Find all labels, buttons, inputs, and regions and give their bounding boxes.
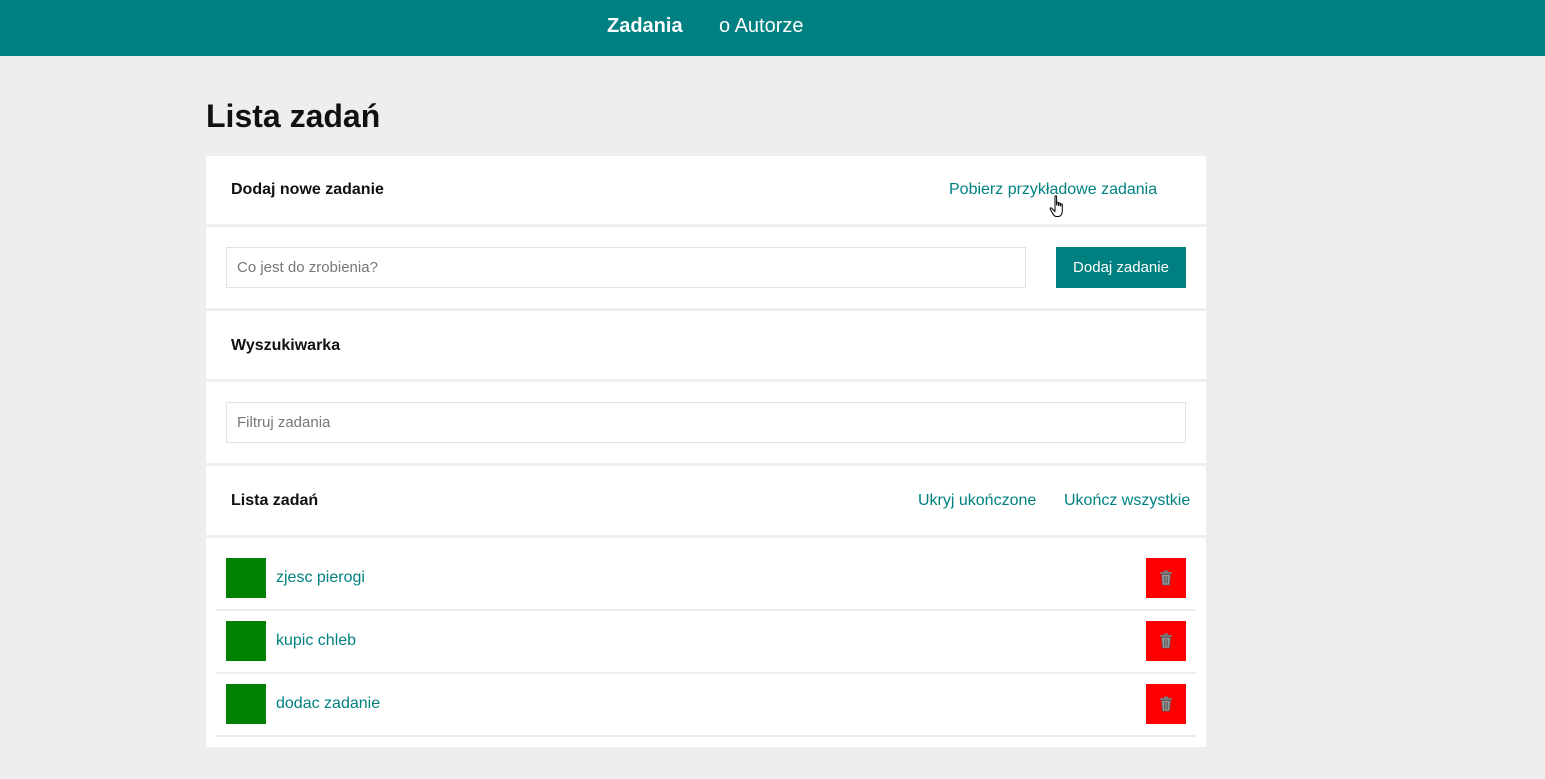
trash-icon bbox=[1160, 633, 1172, 649]
task-label[interactable]: zjesc pierogi bbox=[276, 568, 365, 588]
search-header-card: Wyszukiwarka bbox=[206, 311, 1206, 379]
task-complete-toggle[interactable] bbox=[226, 684, 266, 724]
new-task-input[interactable] bbox=[226, 247, 1026, 288]
task-list-header-card: Lista zadań Ukryj ukończone Ukończ wszys… bbox=[206, 466, 1206, 535]
hide-completed-link[interactable]: Ukryj ukończone bbox=[918, 492, 1036, 510]
nav-link-zadania[interactable]: Zadania bbox=[607, 14, 683, 38]
task-delete-button[interactable] bbox=[1146, 684, 1186, 724]
add-task-form-card: Dodaj zadanie bbox=[206, 227, 1206, 308]
complete-all-link[interactable]: Ukończ wszystkie bbox=[1064, 492, 1190, 510]
add-task-header: Dodaj nowe zadanie bbox=[231, 181, 384, 198]
task-complete-toggle[interactable] bbox=[226, 558, 266, 598]
task-delete-button[interactable] bbox=[1146, 558, 1186, 598]
hand-pointer-icon bbox=[1049, 195, 1063, 217]
trash-icon bbox=[1160, 696, 1172, 712]
task-row: dodac zadanie bbox=[216, 674, 1196, 737]
trash-icon bbox=[1160, 570, 1172, 586]
page-title: Lista zadań bbox=[206, 98, 381, 134]
add-task-button[interactable]: Dodaj zadanie bbox=[1056, 247, 1186, 288]
task-list-card: zjesc pierogi kupic chleb dodac zadanie bbox=[206, 538, 1206, 747]
nav-link-o-autorze[interactable]: o Autorze bbox=[719, 14, 804, 38]
task-complete-toggle[interactable] bbox=[226, 621, 266, 661]
filter-tasks-input[interactable] bbox=[226, 402, 1186, 443]
task-label[interactable]: dodac zadanie bbox=[276, 694, 380, 714]
task-row: kupic chleb bbox=[216, 611, 1196, 674]
top-navbar: Zadania o Autorze bbox=[0, 0, 1545, 56]
task-delete-button[interactable] bbox=[1146, 621, 1186, 661]
search-form-card bbox=[206, 382, 1206, 463]
task-list-header: Lista zadań bbox=[231, 492, 319, 509]
task-row: zjesc pierogi bbox=[216, 548, 1196, 611]
task-label[interactable]: kupic chleb bbox=[276, 631, 356, 651]
search-header: Wyszukiwarka bbox=[231, 337, 341, 354]
